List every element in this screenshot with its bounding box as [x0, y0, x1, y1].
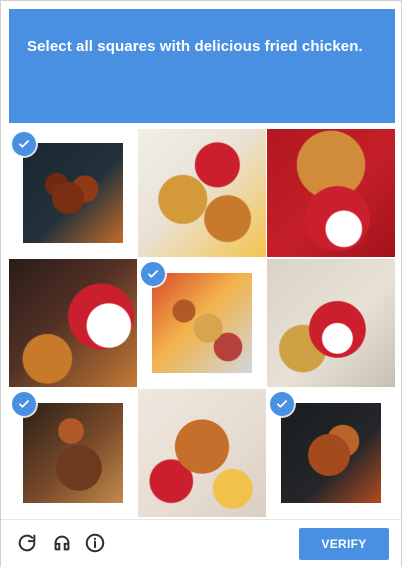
image-grid	[9, 129, 395, 519]
food-image	[23, 143, 123, 243]
grid-tile-1[interactable]	[9, 129, 137, 257]
food-image	[9, 259, 137, 387]
challenge-header: Select all squares with delicious fried …	[9, 9, 395, 123]
food-image	[138, 389, 266, 517]
selected-check-icon	[12, 392, 36, 416]
audio-icon[interactable]	[50, 531, 74, 555]
challenge-instruction: Select all squares with delicious fried …	[27, 38, 363, 55]
grid-tile-4[interactable]	[9, 259, 137, 387]
food-image	[152, 273, 252, 373]
info-icon[interactable]	[83, 531, 107, 555]
food-image	[23, 403, 123, 503]
selected-check-icon	[141, 262, 165, 286]
grid-tile-7[interactable]	[9, 389, 137, 517]
captcha-frame: Select all squares with delicious fried …	[0, 0, 402, 567]
selected-check-icon	[270, 392, 294, 416]
food-image	[267, 259, 395, 387]
food-image	[281, 403, 381, 503]
grid-tile-8[interactable]	[138, 389, 266, 517]
grid-tile-9[interactable]	[267, 389, 395, 517]
grid-tile-5[interactable]	[138, 259, 266, 387]
food-image	[267, 129, 395, 257]
selected-check-icon	[12, 132, 36, 156]
grid-tile-2[interactable]	[138, 129, 266, 257]
food-image	[138, 129, 266, 257]
grid-tile-3[interactable]	[267, 129, 395, 257]
captcha-footer: VERIFY	[1, 519, 401, 567]
grid-tile-6[interactable]	[267, 259, 395, 387]
reload-icon[interactable]	[15, 531, 39, 555]
verify-button[interactable]: VERIFY	[299, 528, 389, 560]
